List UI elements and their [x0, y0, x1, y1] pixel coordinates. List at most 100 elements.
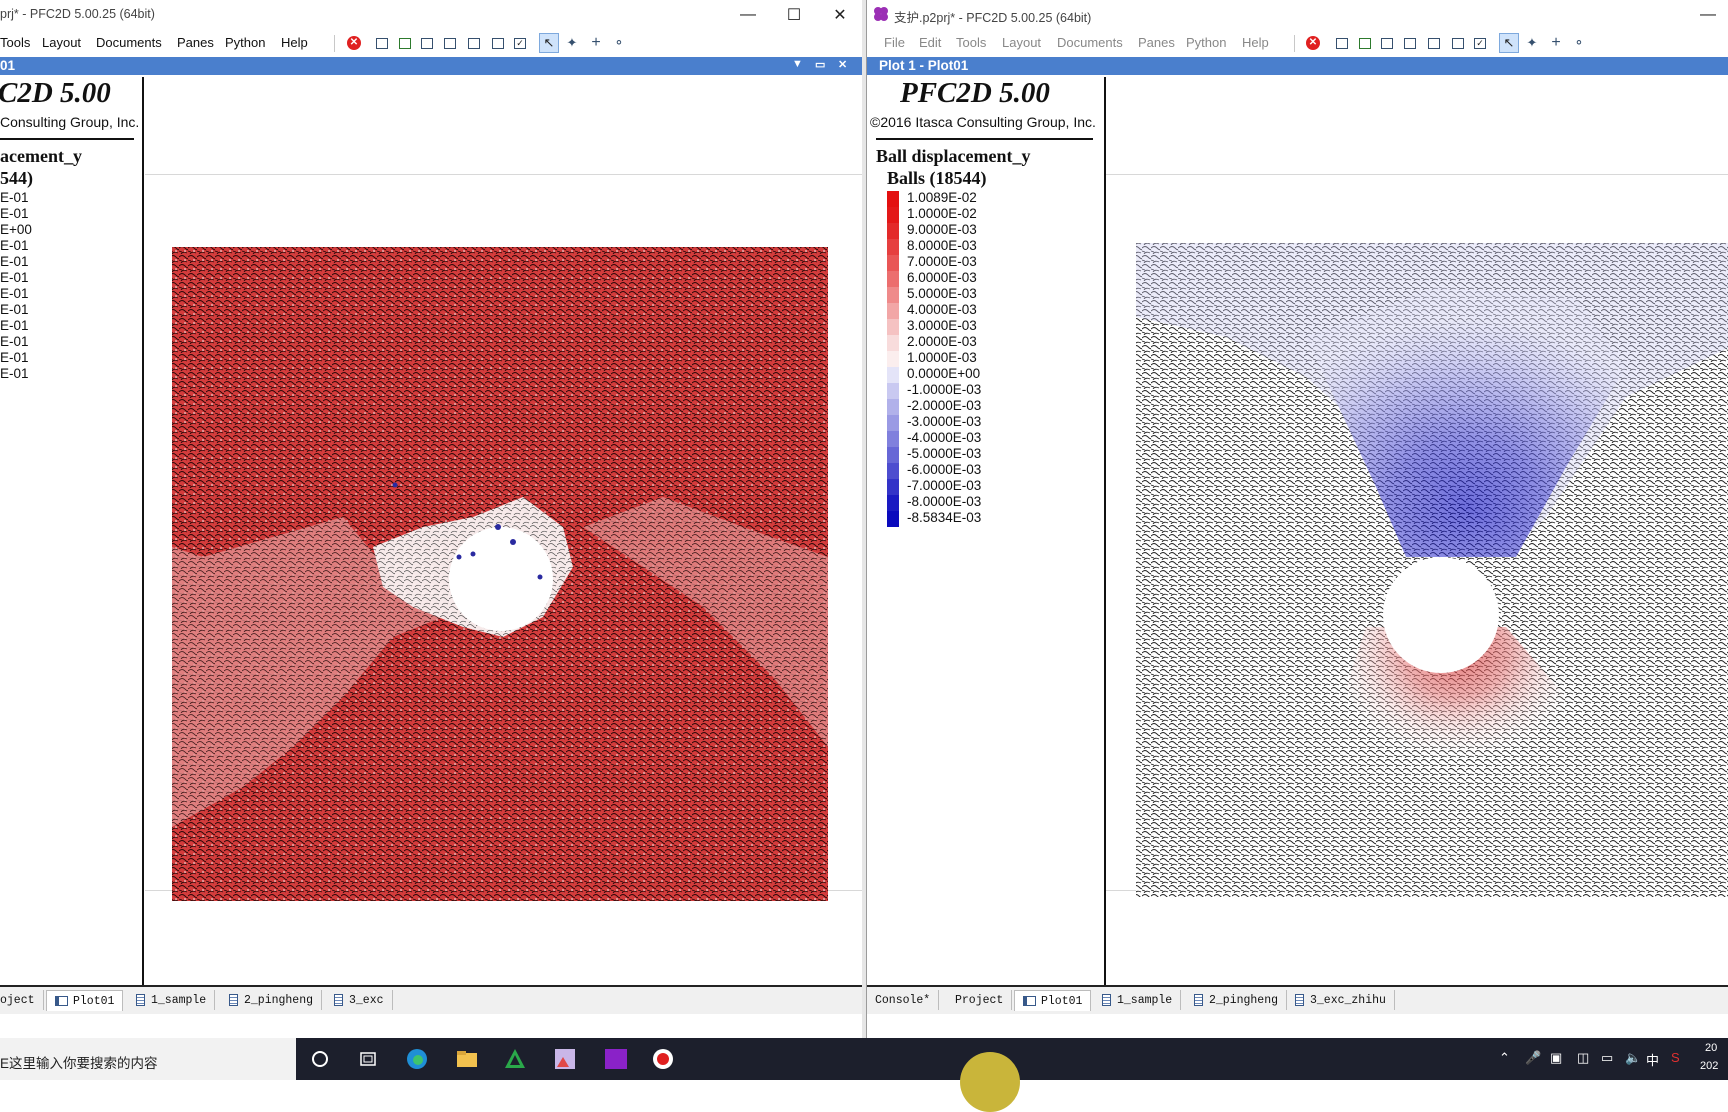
file-explorer-icon[interactable]: [455, 1047, 479, 1071]
tab-2-pingheng[interactable]: 2_pingheng: [221, 990, 323, 1010]
menu-tools[interactable]: Tools: [0, 35, 30, 50]
tab-1-sample[interactable]: 1_sample: [1094, 990, 1182, 1010]
toolbar-save-icon[interactable]: [1378, 34, 1396, 52]
tab-3-exc[interactable]: 3_exc: [326, 990, 393, 1010]
microphone-icon[interactable]: 🎤: [1525, 1050, 1541, 1066]
select-pointer-icon[interactable]: ↖: [1499, 33, 1519, 53]
pane-restore-icon[interactable]: ▭: [815, 58, 825, 71]
taskbar-search-box[interactable]: E这里输入你要搜索的内容: [0, 1038, 296, 1080]
pane-title: 01: [0, 58, 16, 73]
legend-logo: PFC2D 5.00: [900, 77, 1050, 109]
menu-help[interactable]: Help: [1242, 35, 1269, 50]
cortana-icon[interactable]: [308, 1047, 332, 1071]
toolbar-layout-icon[interactable]: [1401, 34, 1419, 52]
clock-date[interactable]: 202: [1700, 1060, 1718, 1072]
legend-value: E-01: [0, 318, 29, 333]
toolbar-window-icon[interactable]: [1333, 34, 1351, 52]
toolbar-layout-icon[interactable]: [441, 34, 459, 52]
minimize-icon[interactable]: —: [1685, 0, 1728, 30]
menu-layout[interactable]: Layout: [42, 35, 81, 50]
menu-python[interactable]: Python: [1186, 35, 1226, 50]
toolbar-export-icon[interactable]: [489, 34, 507, 52]
left-pane-header: 01 ▼ ▭ ✕: [0, 57, 863, 75]
tab-project[interactable]: Project: [947, 990, 1013, 1010]
tab-3-exc-zhihu[interactable]: 3_exc_zhihu: [1287, 990, 1395, 1010]
toolbar-print-icon[interactable]: [1425, 34, 1443, 52]
menu-file[interactable]: File: [884, 35, 905, 50]
legend-value: 3.0000E-03: [907, 318, 977, 333]
network-icon[interactable]: ◫: [1577, 1050, 1589, 1066]
display-icon[interactable]: ▭: [1601, 1050, 1613, 1066]
stop-icon[interactable]: ✕: [345, 34, 363, 52]
volume-icon[interactable]: 🔈: [1625, 1050, 1641, 1066]
legend-color-swatch: [887, 447, 899, 463]
app-picture-icon[interactable]: [553, 1047, 577, 1071]
task-view-icon[interactable]: [356, 1047, 380, 1071]
menu-panes[interactable]: Panes: [177, 35, 214, 50]
plot-frame-line: [1106, 174, 1728, 175]
tray-up-chevron-icon[interactable]: ⌃: [1499, 1050, 1510, 1066]
plot-icon: [1023, 996, 1036, 1006]
maximize-icon[interactable]: ☐: [771, 0, 817, 30]
toolbar-refresh-icon[interactable]: [1356, 34, 1374, 52]
toolbar-check-icon[interactable]: ✓: [511, 34, 529, 52]
legend-color-swatch: [887, 479, 899, 495]
pane-close-icon[interactable]: ✕: [838, 58, 847, 71]
toolbar-window-icon[interactable]: [373, 34, 391, 52]
input-method-icon[interactable]: S: [1671, 1050, 1680, 1065]
edge-browser-icon[interactable]: [405, 1047, 429, 1071]
menu-layout[interactable]: Layout: [1002, 35, 1041, 50]
menu-documents[interactable]: Documents: [1057, 35, 1123, 50]
right-plot-area[interactable]: PFC2D 5.00 ©2016 Itasca Consulting Group…: [867, 77, 1728, 987]
toolbar-print-icon[interactable]: [465, 34, 483, 52]
document-icon: [136, 994, 145, 1006]
tab-2-pingheng[interactable]: 2_pingheng: [1186, 990, 1288, 1010]
measure-icon[interactable]: ⚬: [1570, 34, 1588, 52]
recorder-icon[interactable]: [651, 1047, 675, 1071]
menu-edit[interactable]: Edit: [919, 35, 941, 50]
pan-tool-icon[interactable]: ✦: [563, 34, 581, 52]
tab-label: 2_pingheng: [244, 993, 314, 1007]
tab-1-sample[interactable]: 1_sample: [128, 990, 216, 1010]
select-pointer-icon[interactable]: ↖: [539, 33, 559, 53]
app-triangle-icon[interactable]: [503, 1047, 527, 1071]
menu-help[interactable]: Help: [281, 35, 308, 50]
tab-project[interactable]: oject: [0, 990, 44, 1010]
menu-documents[interactable]: Documents: [96, 35, 162, 50]
tab-console[interactable]: Console*: [867, 990, 940, 1010]
legend-color-swatch: [887, 271, 899, 287]
measure-icon[interactable]: ⚬: [610, 34, 628, 52]
crosshair-icon[interactable]: +: [1547, 34, 1565, 52]
toolbar-save-icon[interactable]: [418, 34, 436, 52]
toolbar-check-icon[interactable]: ✓: [1471, 34, 1489, 52]
menu-panes[interactable]: Panes: [1138, 35, 1175, 50]
document-icon: [1102, 994, 1111, 1006]
stop-icon[interactable]: ✕: [1304, 34, 1322, 52]
document-icon: [1295, 994, 1304, 1006]
left-title-bar[interactable]: prj* - PFC2D 5.00.25 (64bit) — ☐ ✕: [0, 0, 863, 30]
left-plot-area[interactable]: C2D 5.00 Consulting Group, Inc. acement_…: [0, 77, 863, 987]
close-icon[interactable]: ✕: [817, 0, 863, 30]
legend-value: E-01: [0, 334, 29, 349]
crosshair-icon[interactable]: +: [587, 34, 605, 52]
legend-value: E-01: [0, 366, 29, 381]
tab-plot01[interactable]: Plot01: [1014, 990, 1092, 1011]
menu-python[interactable]: Python: [225, 35, 265, 50]
minimize-icon[interactable]: —: [725, 0, 771, 30]
tray-app-icon[interactable]: ▣: [1550, 1050, 1562, 1066]
pfc-taskbar-icon[interactable]: [602, 1047, 630, 1071]
pan-tool-icon[interactable]: ✦: [1523, 34, 1541, 52]
legend-value: 2.0000E-03: [907, 334, 977, 349]
menu-tools[interactable]: Tools: [956, 35, 986, 50]
tab-plot01[interactable]: Plot01: [46, 990, 124, 1011]
right-title-bar[interactable]: 支护.p2prj* - PFC2D 5.00.25 (64bit) —: [867, 0, 1728, 30]
left-legend: C2D 5.00 Consulting Group, Inc. acement_…: [0, 77, 144, 985]
toolbar-export-icon[interactable]: [1449, 34, 1467, 52]
toolbar-separator: [1294, 35, 1295, 52]
toolbar-refresh-icon[interactable]: [396, 34, 414, 52]
clock-time[interactable]: 20: [1705, 1042, 1717, 1054]
legend-value: E-01: [0, 254, 29, 269]
pane-dropdown-icon[interactable]: ▼: [792, 58, 803, 70]
legend-value: -8.0000E-03: [907, 494, 982, 509]
ime-indicator[interactable]: 中: [1646, 1050, 1659, 1069]
